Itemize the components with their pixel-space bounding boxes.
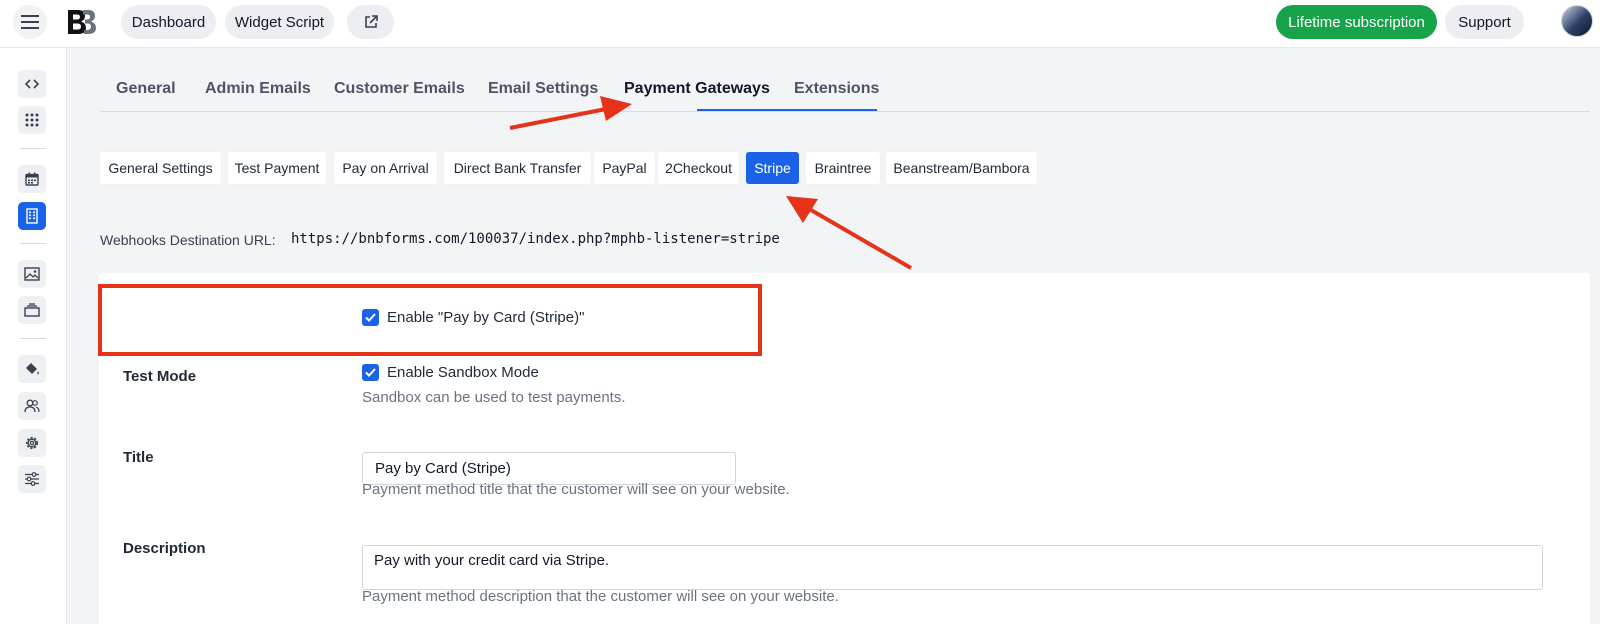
sidebar-item-gallery[interactable]	[18, 260, 46, 288]
sandbox-mode-checkbox[interactable]	[362, 364, 379, 381]
top-bar: Dashboard Widget Script Lifetime subscri…	[0, 0, 1600, 48]
sidebar-divider	[20, 148, 46, 149]
dashboard-label: Dashboard	[131, 13, 206, 31]
sidebar-item-users[interactable]	[18, 392, 46, 420]
hamburger-icon	[21, 15, 39, 29]
code-icon	[25, 79, 39, 89]
sidebar-divider	[20, 338, 46, 339]
sandbox-help-text: Sandbox can be used to test payments.	[362, 389, 626, 406]
subtab-2checkout[interactable]: 2Checkout	[658, 152, 739, 184]
lifetime-subscription-button[interactable]: Lifetime subscription	[1276, 5, 1437, 39]
checkmark-icon	[365, 368, 376, 377]
tab-extensions[interactable]: Extensions	[794, 80, 879, 98]
sidebar-item-layers[interactable]	[18, 296, 46, 324]
title-label: Title	[123, 449, 154, 466]
test-mode-label: Test Mode	[123, 368, 197, 385]
open-external-button[interactable]	[347, 5, 394, 39]
highlight-box	[98, 284, 762, 356]
sidebar-item-calendar[interactable]	[18, 165, 46, 193]
sandbox-mode-label: Enable Sandbox Mode	[387, 364, 539, 381]
active-tab-underline	[697, 109, 877, 111]
users-icon	[24, 399, 40, 413]
support-label: Support	[1458, 13, 1511, 31]
subtab-beanstream-bambora[interactable]: Beanstream/Bambora	[886, 152, 1037, 184]
tab-customer-emails[interactable]: Customer Emails	[334, 80, 465, 98]
webhook-label: Webhooks Destination URL:	[100, 232, 276, 248]
gear-icon	[26, 437, 38, 449]
sliders-icon	[25, 472, 39, 486]
sidebar	[0, 48, 67, 624]
tab-general[interactable]: General	[116, 80, 176, 98]
paint-bucket-icon	[26, 363, 39, 375]
sidebar-item-apps[interactable]	[18, 106, 46, 134]
sidebar-item-design[interactable]	[18, 355, 46, 383]
external-link-icon	[364, 15, 378, 28]
description-help-text: Payment method description that the cust…	[362, 588, 839, 605]
subtab-stripe[interactable]: Stripe	[746, 152, 799, 184]
widget-script-button[interactable]: Widget Script	[225, 5, 334, 39]
subscription-label: Lifetime subscription	[1288, 13, 1425, 31]
dashboard-button[interactable]: Dashboard	[121, 5, 216, 39]
description-textarea[interactable]: Pay with your credit card via Stripe.	[362, 545, 1543, 590]
webhook-url: https://bnbforms.com/100037/index.php?mp…	[291, 231, 780, 247]
subtab-direct-bank-transfer[interactable]: Direct Bank Transfer	[444, 152, 591, 184]
settings-tabs: General Admin Emails Customer Emails Ema…	[100, 70, 1590, 112]
hamburger-menu-button[interactable]	[13, 5, 47, 39]
tab-admin-emails[interactable]: Admin Emails	[205, 80, 311, 98]
widget-script-label: Widget Script	[234, 13, 325, 31]
support-button[interactable]: Support	[1445, 5, 1524, 39]
layers-icon	[24, 303, 40, 317]
tab-email-settings[interactable]: Email Settings	[488, 80, 598, 98]
calendar-icon	[25, 172, 39, 186]
apps-grid-icon	[25, 113, 39, 127]
sidebar-item-code[interactable]	[18, 70, 46, 98]
subtab-pay-on-arrival[interactable]: Pay on Arrival	[334, 152, 437, 184]
building-icon	[26, 208, 38, 224]
subtab-test-payment[interactable]: Test Payment	[228, 152, 326, 184]
sidebar-item-filters[interactable]	[18, 465, 46, 493]
user-avatar[interactable]	[1561, 5, 1593, 37]
subtab-general-settings[interactable]: General Settings	[100, 152, 221, 184]
subtab-braintree[interactable]: Braintree	[806, 152, 880, 184]
image-icon	[24, 267, 40, 281]
title-help-text: Payment method title that the customer w…	[362, 481, 790, 498]
sidebar-item-properties[interactable]	[18, 202, 46, 230]
arrow-to-stripe-tab	[786, 196, 913, 270]
subtab-paypal[interactable]: PayPal	[594, 152, 655, 184]
sidebar-item-settings[interactable]	[18, 429, 46, 457]
description-label: Description	[123, 540, 206, 557]
tab-payment-gateways[interactable]: Payment Gateways	[624, 80, 770, 98]
sidebar-divider	[20, 243, 46, 244]
app-logo[interactable]	[66, 8, 96, 36]
